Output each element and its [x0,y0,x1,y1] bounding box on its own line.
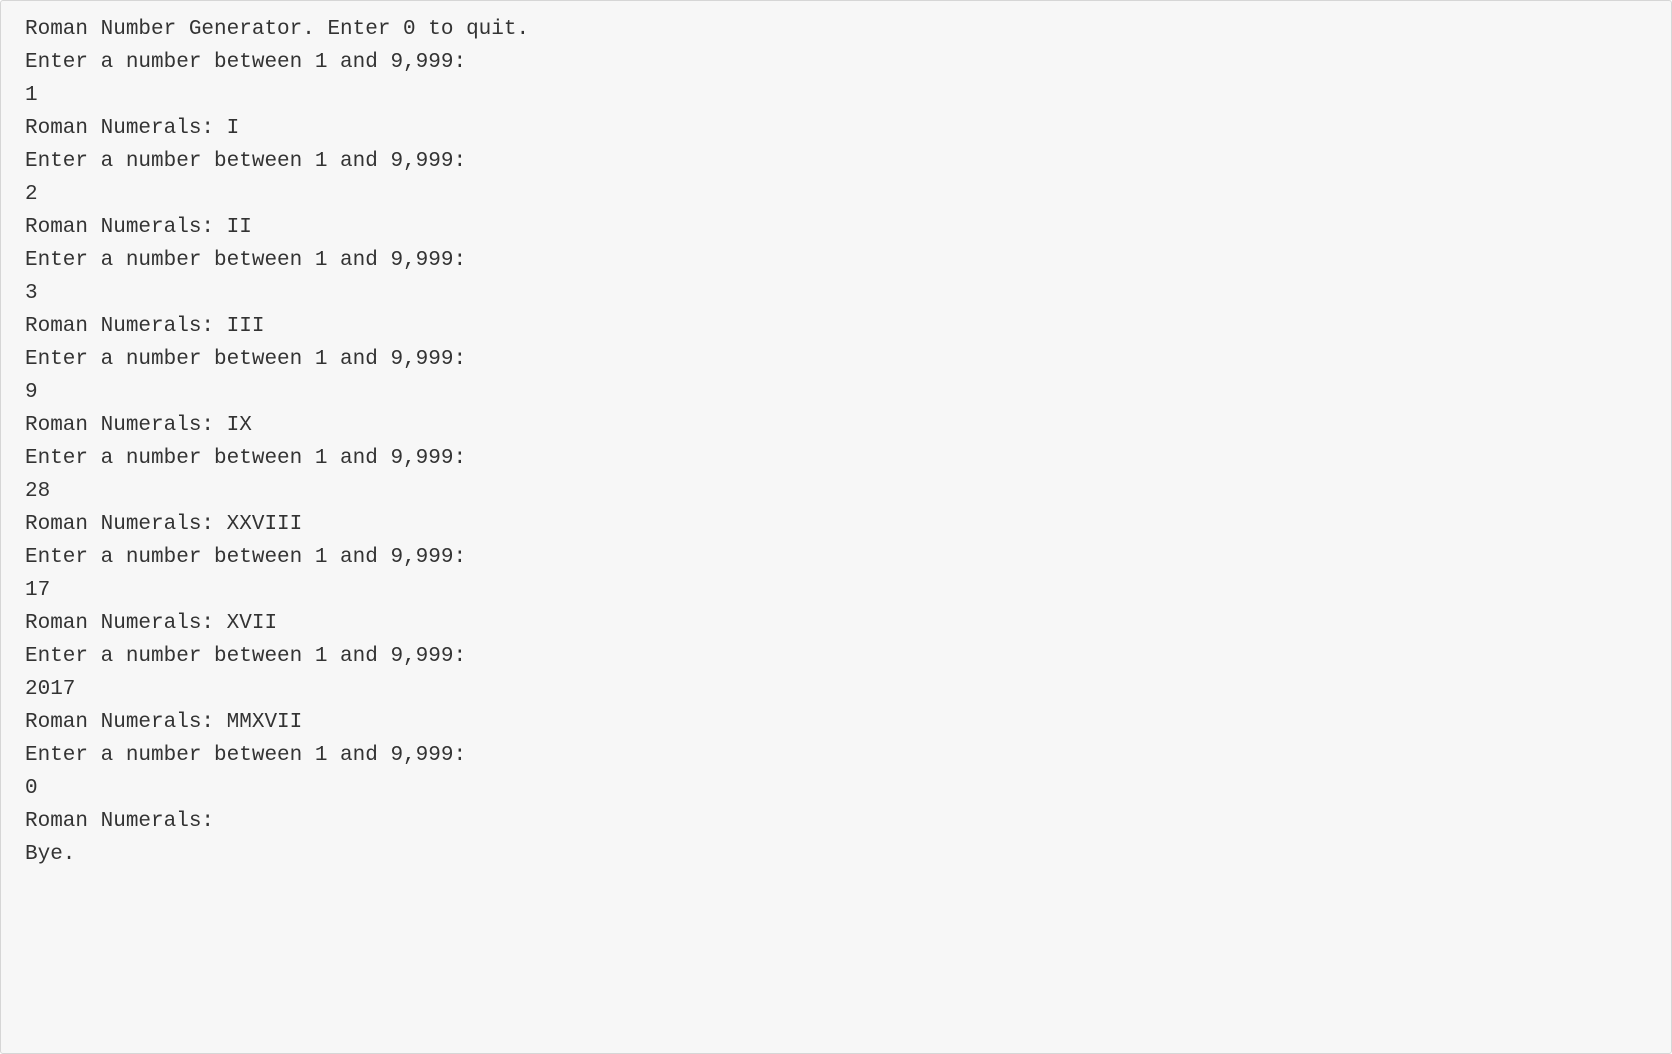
console-line: Enter a number between 1 and 9,999: [25,541,1647,574]
console-line: Enter a number between 1 and 9,999: [25,739,1647,772]
console-line: 2 [25,178,1647,211]
console-line: Roman Numerals: [25,805,1647,838]
console-output: Roman Number Generator. Enter 0 to quit.… [0,0,1672,1054]
console-line: Roman Number Generator. Enter 0 to quit. [25,13,1647,46]
console-line: Roman Numerals: XXVIII [25,508,1647,541]
console-line: 2017 [25,673,1647,706]
console-line: Bye. [25,838,1647,871]
console-line: Enter a number between 1 and 9,999: [25,244,1647,277]
console-line: Enter a number between 1 and 9,999: [25,343,1647,376]
console-line: Roman Numerals: IX [25,409,1647,442]
console-line: 3 [25,277,1647,310]
console-line: 17 [25,574,1647,607]
console-line: Roman Numerals: III [25,310,1647,343]
console-line: Roman Numerals: I [25,112,1647,145]
console-line: Roman Numerals: XVII [25,607,1647,640]
console-line: 1 [25,79,1647,112]
console-line: 9 [25,376,1647,409]
console-line: Enter a number between 1 and 9,999: [25,640,1647,673]
console-line: Enter a number between 1 and 9,999: [25,46,1647,79]
console-line: 0 [25,772,1647,805]
console-line: Enter a number between 1 and 9,999: [25,442,1647,475]
console-line: Roman Numerals: MMXVII [25,706,1647,739]
console-line: Roman Numerals: II [25,211,1647,244]
console-line: Enter a number between 1 and 9,999: [25,145,1647,178]
console-line: 28 [25,475,1647,508]
